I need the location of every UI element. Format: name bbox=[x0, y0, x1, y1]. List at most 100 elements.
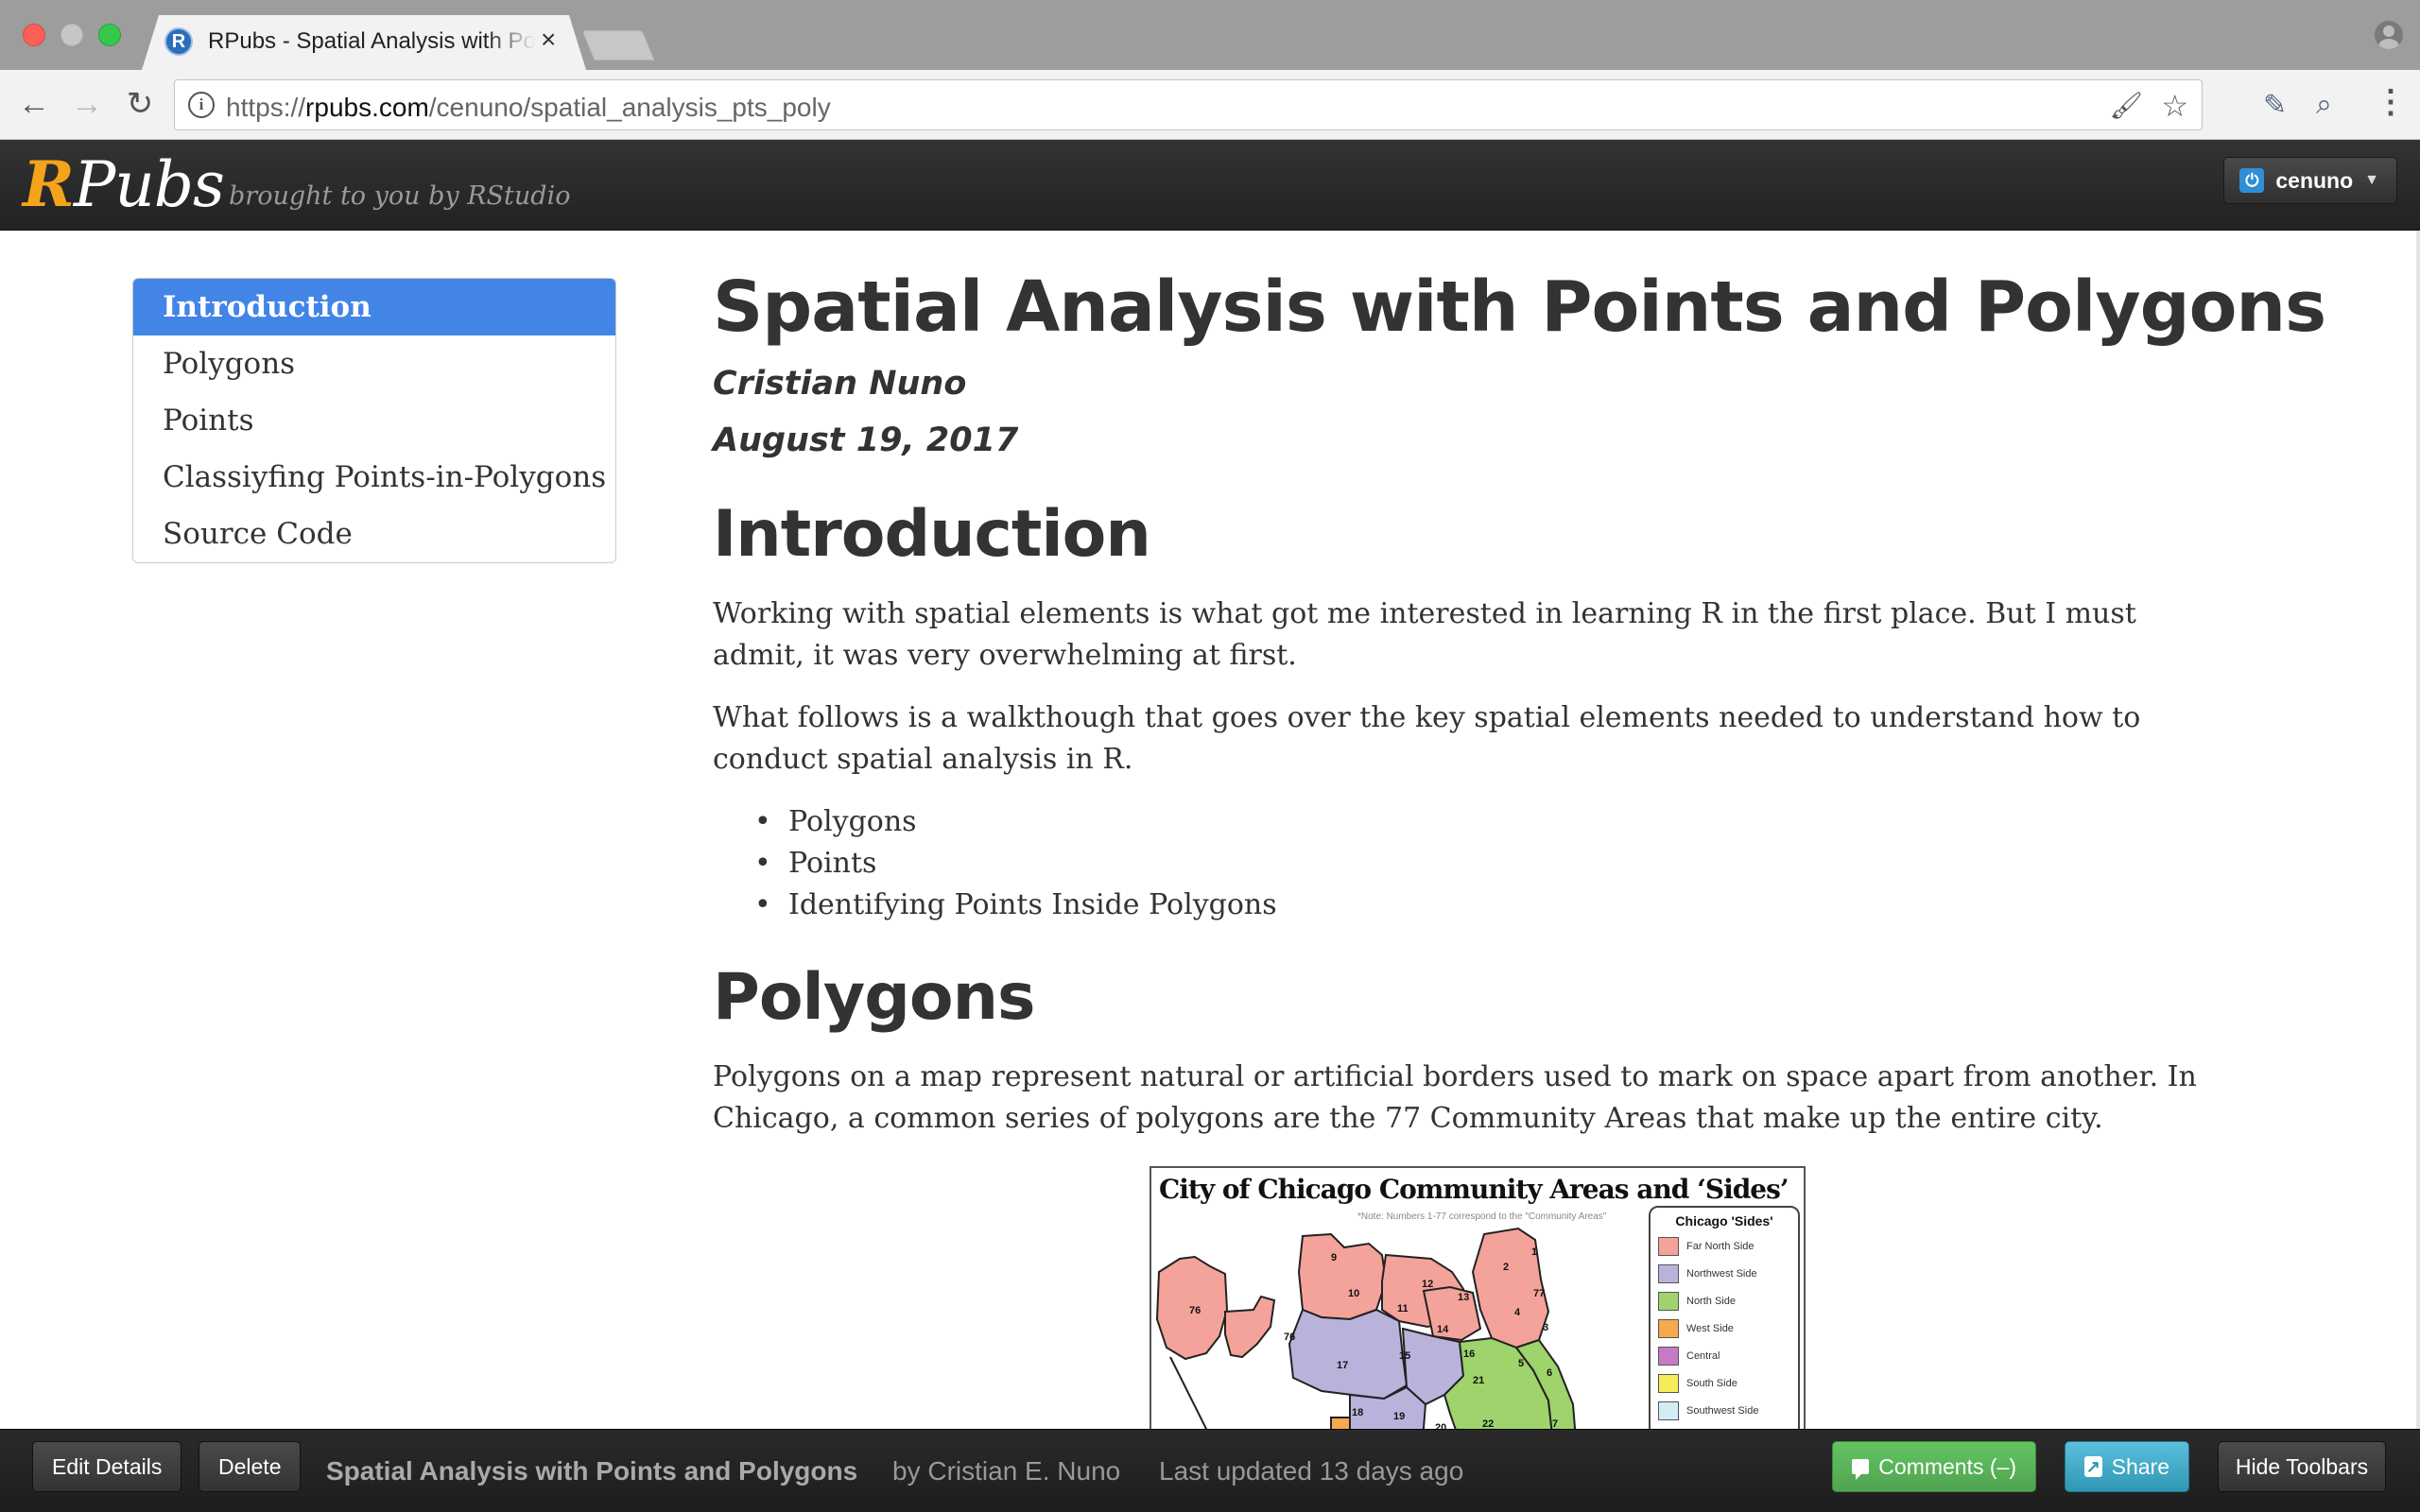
map-title: City of Chicago Community Areas and ‘Sid… bbox=[1159, 1174, 1789, 1205]
area-label: 77 bbox=[1533, 1288, 1545, 1299]
share-button[interactable]: ↗ Share bbox=[2065, 1441, 2189, 1492]
caret-down-icon: ▼ bbox=[2364, 172, 2379, 188]
page-scrollbar[interactable] bbox=[2416, 231, 2420, 1429]
hide-toolbars-button[interactable]: Hide Toolbars bbox=[2218, 1441, 2386, 1492]
chicago-community-areas-map: 76 9 10 11 12 13 2 1 77 4 3 76 17 15 16 … bbox=[1150, 1166, 1806, 1429]
map-note: *Note: Numbers 1-77 correspond to the "C… bbox=[1357, 1211, 1607, 1222]
area-label: 13 bbox=[1458, 1292, 1469, 1303]
site-info-icon[interactable]: i bbox=[188, 92, 215, 118]
toc-item-introduction[interactable]: Introduction bbox=[133, 279, 615, 335]
area-label: 22 bbox=[1482, 1418, 1494, 1429]
reload-icon[interactable]: ↻ bbox=[119, 83, 161, 125]
legend-label: North Side bbox=[1686, 1295, 1736, 1307]
edit-details-button[interactable]: Edit Details bbox=[32, 1441, 182, 1492]
document-author: by Cristian E. Nuno bbox=[892, 1456, 1121, 1486]
legend-label: Far North Side bbox=[1686, 1240, 1754, 1252]
url-text[interactable]: https://rpubs.com/cenuno/spatial_analysi… bbox=[226, 93, 831, 123]
power-icon: ⏻ bbox=[2239, 168, 2265, 193]
area-label: 17 bbox=[1337, 1360, 1348, 1371]
comment-icon bbox=[1852, 1459, 1870, 1480]
extension-eyedropper-icon[interactable]: ✎ bbox=[2263, 89, 2287, 122]
heading-introduction: Introduction bbox=[713, 497, 1151, 572]
intro-paragraph-1: Working with spatial elements is what go… bbox=[713, 597, 2136, 672]
legend-item: West Side bbox=[1658, 1314, 1790, 1342]
toc-item-points[interactable]: Points bbox=[133, 392, 615, 449]
list-item: Polygons bbox=[754, 801, 1277, 843]
rpubs-header: RPubs brought to you by RStudio ⏻ cenuno… bbox=[0, 140, 2420, 231]
forward-arrow-icon[interactable]: → bbox=[66, 83, 108, 125]
share-label: Share bbox=[2111, 1453, 2169, 1479]
legend-title: Chicago 'Sides' bbox=[1675, 1213, 1773, 1228]
close-window-button[interactable] bbox=[23, 24, 45, 46]
legend-swatch bbox=[1658, 1346, 1679, 1366]
area-label: 6 bbox=[1547, 1367, 1552, 1379]
legend-label: Northwest Side bbox=[1686, 1267, 1757, 1280]
table-of-contents: Introduction Polygons Points Classiyfing… bbox=[132, 278, 616, 563]
area-label: 5 bbox=[1518, 1358, 1524, 1369]
page-title: Spatial Analysis with Points and Polygon… bbox=[713, 266, 2326, 348]
area-label: 7 bbox=[1552, 1418, 1558, 1429]
legend-swatch bbox=[1658, 1400, 1679, 1420]
rpubs-logo[interactable]: RPubs bbox=[23, 147, 225, 221]
last-updated: Last updated 13 days ago bbox=[1159, 1456, 1464, 1486]
area-label: 2 bbox=[1503, 1262, 1509, 1273]
bookmark-star-icon[interactable]: ☆ bbox=[2161, 88, 2188, 124]
legend-label: South Side bbox=[1686, 1377, 1737, 1389]
rpubs-bottom-toolbar: Edit Details Delete Spatial Analysis wit… bbox=[0, 1429, 2420, 1512]
legend-label: Southwest Side bbox=[1686, 1404, 1759, 1417]
heading-polygons: Polygons bbox=[713, 960, 1035, 1035]
extension-inspect-icon[interactable]: ⌕ bbox=[2316, 89, 2332, 121]
area-label: 12 bbox=[1422, 1279, 1433, 1290]
legend-label: West Side bbox=[1686, 1322, 1734, 1334]
user-menu-button[interactable]: ⏻ cenuno ▼ bbox=[2223, 157, 2397, 204]
area-label: 1 bbox=[1531, 1246, 1537, 1258]
document-title: Spatial Analysis with Points and Polygon… bbox=[326, 1456, 858, 1486]
intro-paragraph-2: What follows is a walkthough that goes o… bbox=[713, 701, 2141, 776]
area-label: 19 bbox=[1393, 1411, 1405, 1422]
topic-list: Polygons Points Identifying Points Insid… bbox=[754, 801, 1277, 926]
url-scheme: https:// bbox=[226, 93, 306, 122]
area-label: 3 bbox=[1543, 1322, 1548, 1333]
url-path: /cenuno/spatial_analysis_pts_poly bbox=[428, 93, 831, 122]
browser-profile-icon[interactable] bbox=[2375, 21, 2403, 49]
new-tab-button[interactable] bbox=[581, 30, 655, 60]
list-item: Points bbox=[754, 843, 1277, 885]
tab-close-icon[interactable]: × bbox=[541, 26, 556, 53]
list-item: Identifying Points Inside Polygons bbox=[754, 885, 1277, 926]
area-label: 15 bbox=[1399, 1350, 1410, 1362]
minimize-window-button[interactable] bbox=[60, 24, 83, 46]
browser-toolbar: ← → ↻ i https://rpubs.com/cenuno/spatial… bbox=[0, 70, 2420, 140]
toc-item-source-code[interactable]: Source Code bbox=[133, 506, 615, 562]
area-label: 20 bbox=[1435, 1422, 1446, 1429]
legend-swatch bbox=[1658, 1291, 1679, 1311]
legend-item: South Side bbox=[1658, 1369, 1790, 1397]
rpubs-favicon-icon: R bbox=[164, 27, 193, 56]
author: Cristian Nuno bbox=[713, 365, 967, 403]
area-label: 10 bbox=[1348, 1288, 1359, 1299]
legend-swatch bbox=[1658, 1263, 1679, 1283]
legend-item: Far North Side bbox=[1658, 1232, 1790, 1260]
area-label: 76 bbox=[1189, 1305, 1201, 1316]
legend-label: Central bbox=[1686, 1349, 1720, 1362]
browser-menu-icon[interactable]: ⋮ bbox=[2375, 83, 2407, 121]
comments-button[interactable]: Comments (–) bbox=[1832, 1441, 2036, 1492]
toc-item-polygons[interactable]: Polygons bbox=[133, 335, 615, 392]
back-arrow-icon[interactable]: ← bbox=[13, 83, 55, 125]
paintbrush-icon[interactable]: 🖌 bbox=[2109, 90, 2143, 121]
area-label: 4 bbox=[1514, 1307, 1521, 1318]
maximize-window-button[interactable] bbox=[98, 24, 121, 46]
share-icon: ↗ bbox=[2084, 1456, 2102, 1477]
browser-tab-title[interactable]: RPubs - Spatial Analysis with Points and… bbox=[208, 28, 535, 55]
comments-label: Comments (–) bbox=[1878, 1453, 2016, 1479]
polygons-paragraph: Polygons on a map represent natural or a… bbox=[713, 1060, 2197, 1135]
legend-item: North Side bbox=[1658, 1287, 1790, 1314]
legend-swatch bbox=[1658, 1373, 1679, 1393]
toc-item-classifying[interactable]: Classiyfing Points-in-Polygons bbox=[133, 449, 615, 506]
area-label: 14 bbox=[1437, 1324, 1449, 1335]
delete-button[interactable]: Delete bbox=[199, 1441, 302, 1492]
address-bar[interactable]: i https://rpubs.com/cenuno/spatial_analy… bbox=[174, 79, 2203, 130]
legend-item: Central bbox=[1658, 1342, 1790, 1369]
page-content: Introduction Polygons Points Classiyfing… bbox=[0, 231, 2420, 1429]
area-label: 11 bbox=[1397, 1303, 1409, 1314]
area-label: 16 bbox=[1463, 1349, 1475, 1360]
